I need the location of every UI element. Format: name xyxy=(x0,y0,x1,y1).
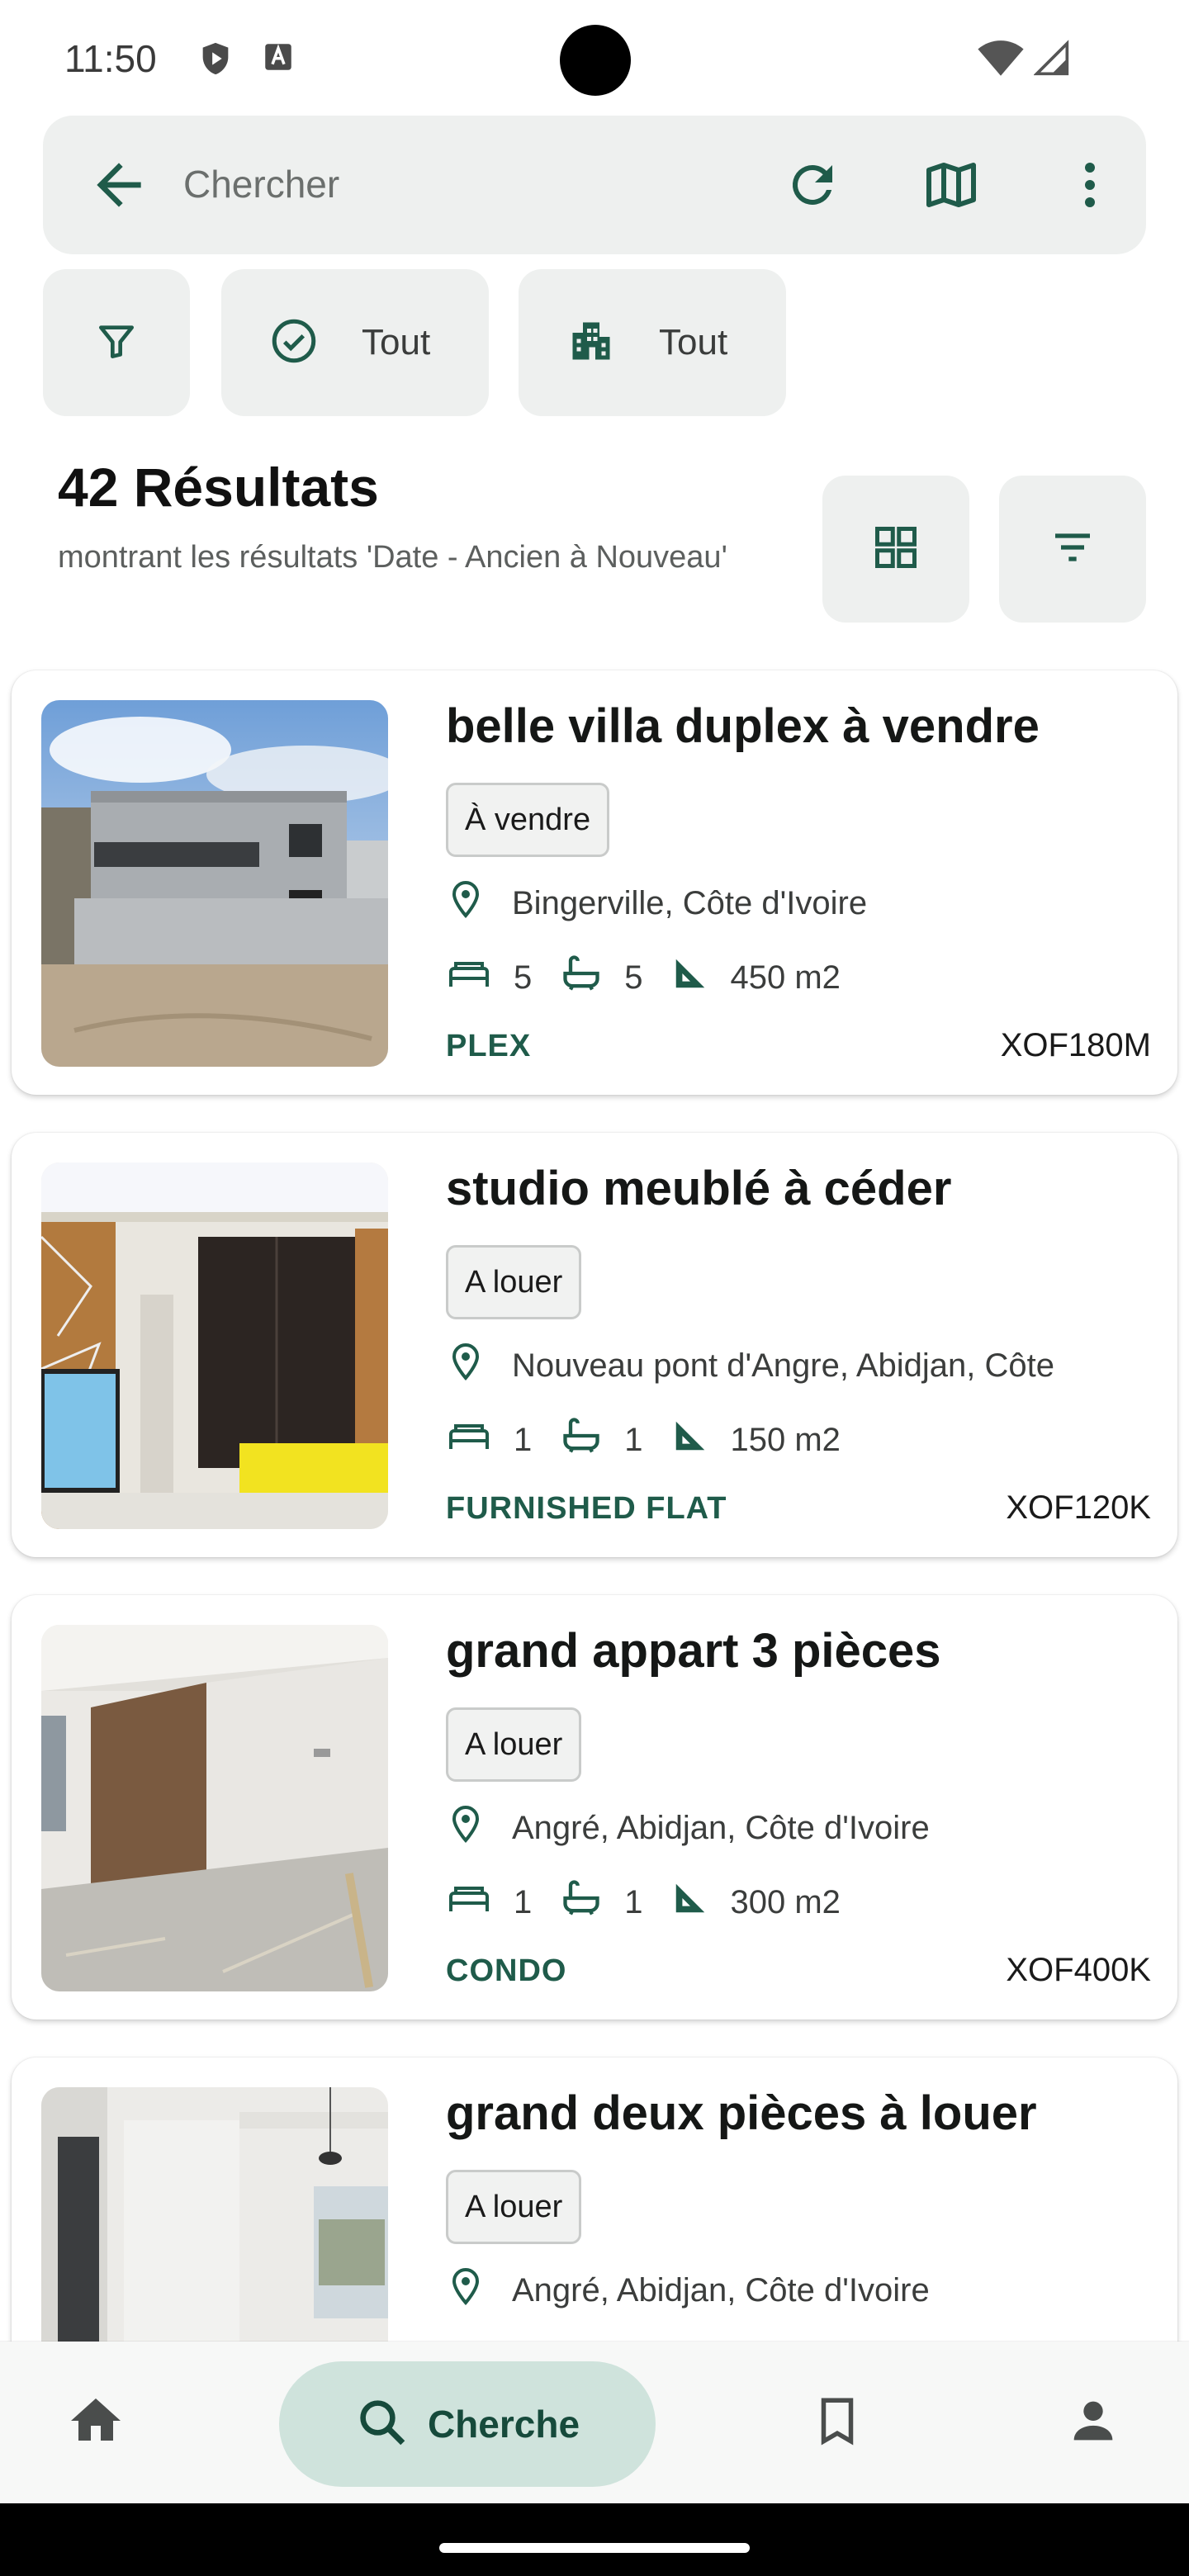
bath-icon xyxy=(560,1414,624,1466)
location-text: Angré, Abidjan, Côte d'Ivoire xyxy=(512,2271,930,2308)
bed-count: 1 xyxy=(514,1883,533,1920)
camera-cutout xyxy=(560,25,631,96)
listing-status-badge: A louer xyxy=(446,2170,582,2244)
status-bar: 11:50 xyxy=(0,0,1189,107)
search-icon xyxy=(355,2395,410,2454)
location-text: Bingerville, Côte d'Ivoire xyxy=(512,884,868,921)
area-value: 150 m2 xyxy=(730,1421,841,1458)
shield-play-icon xyxy=(197,40,234,82)
listing-price: XOF400K xyxy=(1006,1952,1151,1988)
property-type-label: Tout xyxy=(659,322,728,362)
listing-features: 5 5 450 m2 xyxy=(446,953,869,1002)
home-icon xyxy=(66,2391,126,2455)
buildings-icon xyxy=(566,316,616,370)
bath-count: 1 xyxy=(624,1421,643,1458)
area-icon xyxy=(671,1879,731,1925)
location-pin-icon xyxy=(446,879,512,927)
listing-price: XOF180M xyxy=(1000,1027,1151,1063)
nav-search[interactable]: Cherche xyxy=(279,2361,656,2487)
bottom-navigation: Cherche xyxy=(0,2342,1189,2503)
property-type: CONDO xyxy=(446,1953,567,1988)
filter-button[interactable] xyxy=(43,269,190,416)
listing-price: XOF120K xyxy=(1006,1489,1151,1526)
results-count: 42 Résultats xyxy=(58,457,379,518)
filter-icon xyxy=(93,318,140,368)
search-bar[interactable]: Chercher xyxy=(43,116,1146,254)
listing-status-badge: A louer xyxy=(446,1245,582,1319)
listing-features: 1 1 300 m2 xyxy=(446,1878,869,1927)
grid-view-icon xyxy=(871,523,921,576)
property-type: PLEX xyxy=(446,1029,532,1063)
location-pin-icon xyxy=(446,1804,512,1852)
back-arrow-icon[interactable] xyxy=(86,152,152,218)
check-circle-icon xyxy=(269,316,319,370)
location-pin-icon xyxy=(446,2266,512,2314)
font-a-icon xyxy=(261,40,296,78)
map-icon[interactable] xyxy=(918,152,984,218)
listing-photo xyxy=(41,1625,388,1991)
bath-count: 1 xyxy=(624,1883,643,1920)
bookmark-icon xyxy=(810,2394,865,2452)
nav-profile[interactable] xyxy=(1044,2342,1143,2503)
listing-photo xyxy=(41,700,388,1067)
status-filter-label: Tout xyxy=(362,322,431,362)
listing-location: Bingerville, Côte d'Ivoire xyxy=(446,878,867,928)
nav-search-label: Cherche xyxy=(427,2403,580,2446)
sort-button[interactable] xyxy=(999,476,1146,623)
listing-title: grand deux pièces à louer xyxy=(446,2086,1037,2140)
system-navigation-bar xyxy=(0,2503,1189,2576)
listing-location: Angré, Abidjan, Côte d'Ivoire xyxy=(446,2266,930,2315)
signal-icon xyxy=(1033,40,1070,82)
refresh-icon[interactable] xyxy=(779,152,846,218)
bed-count: 1 xyxy=(514,1421,533,1458)
listing-status-badge: À vendre xyxy=(446,783,610,857)
listing-title: studio meublé à céder xyxy=(446,1162,952,1215)
area-value: 300 m2 xyxy=(730,1883,841,1920)
listing-features: 1 1 150 m2 xyxy=(446,1415,869,1465)
bed-icon xyxy=(446,954,514,1002)
nav-saved[interactable] xyxy=(788,2342,887,2503)
area-value: 450 m2 xyxy=(730,959,841,996)
property-type: FURNISHED FLAT xyxy=(446,1491,727,1526)
search-input[interactable]: Chercher xyxy=(183,162,339,206)
nav-home[interactable] xyxy=(46,2342,145,2503)
listing-location: Nouveau pont d'Angre, Abidjan, Côte xyxy=(446,1341,1054,1390)
location-text: Nouveau pont d'Angre, Abidjan, Côte xyxy=(512,1347,1054,1384)
more-vert-icon[interactable] xyxy=(1057,152,1123,218)
listing-card[interactable]: studio meublé à céder A louer Nouveau po… xyxy=(12,1133,1177,1557)
listing-card[interactable]: belle villa duplex à vendre À vendre Bin… xyxy=(12,670,1177,1095)
bath-icon xyxy=(560,1877,624,1928)
listing-status-badge: A louer xyxy=(446,1707,582,1782)
listing-title: belle villa duplex à vendre xyxy=(446,699,1040,753)
status-filter-chip[interactable]: Tout xyxy=(221,269,489,416)
bed-icon xyxy=(446,1878,514,1926)
bath-count: 5 xyxy=(624,959,643,996)
status-time: 11:50 xyxy=(64,37,157,80)
property-type-chip[interactable]: Tout xyxy=(519,269,786,416)
home-gesture-pill[interactable] xyxy=(439,2543,750,2553)
listing-location: Angré, Abidjan, Côte d'Ivoire xyxy=(446,1803,930,1853)
bath-icon xyxy=(560,952,624,1003)
grid-view-button[interactable] xyxy=(822,476,969,623)
wifi-icon xyxy=(978,40,1024,82)
location-pin-icon xyxy=(446,1342,512,1390)
area-icon xyxy=(671,1417,731,1463)
location-text: Angré, Abidjan, Côte d'Ivoire xyxy=(512,1809,930,1846)
sort-icon xyxy=(1049,524,1096,575)
bed-icon xyxy=(446,1416,514,1464)
person-icon xyxy=(1064,2392,1122,2454)
results-sort-description: montrant les résultats 'Date - Ancien à … xyxy=(58,540,727,575)
listing-title: grand appart 3 pièces xyxy=(446,1624,941,1678)
listing-card[interactable]: grand appart 3 pièces A louer Angré, Abi… xyxy=(12,1595,1177,2020)
area-icon xyxy=(671,954,731,1001)
bed-count: 5 xyxy=(514,959,533,996)
listing-photo xyxy=(41,1163,388,1529)
